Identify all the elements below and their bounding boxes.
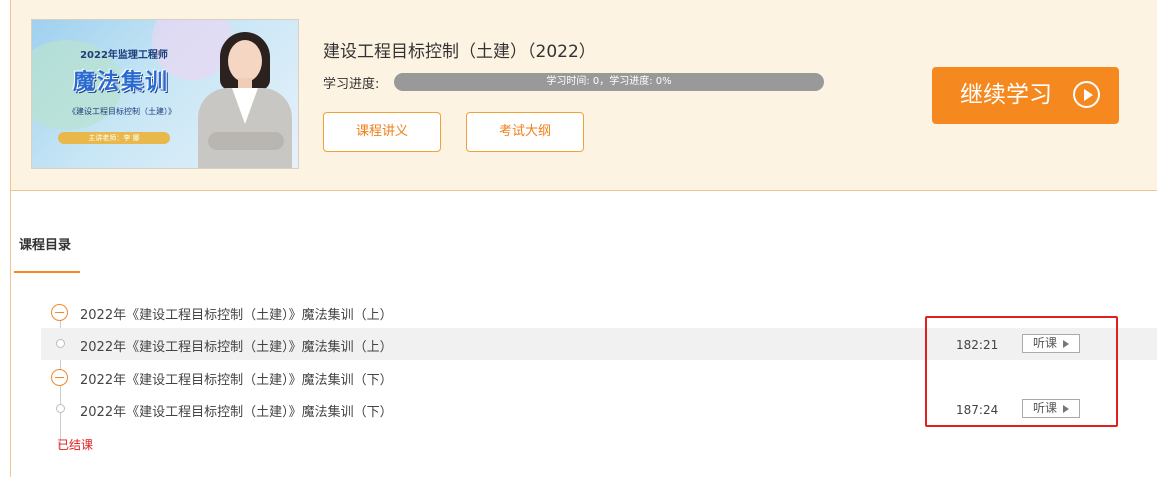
play-circle-icon xyxy=(1073,80,1101,108)
teacher-photo xyxy=(194,28,294,168)
lesson-dot-icon xyxy=(56,404,65,413)
cover-teacher: 主讲老师：李 娜 xyxy=(58,132,170,144)
course-title: 建设工程目标控制（土建）（2022） xyxy=(323,42,596,62)
collapse-minus-icon[interactable] xyxy=(51,369,68,386)
chapter-title: 2022年《建设工程目标控制（土建）》魔法集训（下） xyxy=(80,373,393,388)
left-border xyxy=(10,191,11,477)
course-notes-button[interactable]: 课程讲义 xyxy=(323,112,441,152)
cover-subtitle: 《建设工程目标控制（土建）》 xyxy=(68,107,176,116)
tab-course-catalog[interactable]: 课程目录 xyxy=(19,234,71,253)
course-page: 2022年监理工程师 魔法集训 《建设工程目标控制（土建）》 主讲老师：李 娜 … xyxy=(0,0,1157,477)
chapter-title: 2022年《建设工程目标控制（土建）》魔法集训（上） xyxy=(80,308,393,323)
collapse-minus-icon[interactable] xyxy=(51,304,68,321)
course-cover-image[interactable]: 2022年监理工程师 魔法集训 《建设工程目标控制（土建）》 主讲老师：李 娜 xyxy=(31,19,299,169)
lesson-title: 2022年《建设工程目标控制（土建）》魔法集训（下） xyxy=(80,405,393,420)
highlight-annotation-box xyxy=(925,316,1118,427)
course-header-card: 2022年监理工程师 魔法集训 《建设工程目标控制（土建）》 主讲老师：李 娜 … xyxy=(10,0,1157,191)
lesson-dot-icon xyxy=(56,339,65,348)
continue-learning-button[interactable]: 继续学习 xyxy=(932,67,1119,124)
progress-bar: 学习时间: 0，学习进度: 0% xyxy=(394,73,824,91)
continue-learning-label: 继续学习 xyxy=(960,82,1052,108)
progress-text: 学习时间: 0，学习进度: 0% xyxy=(546,76,672,87)
cover-title: 魔法集训 xyxy=(72,70,169,95)
lesson-title: 2022年《建设工程目标控制（土建）》魔法集训（上） xyxy=(80,340,393,355)
course-ended-status: 已结课 xyxy=(57,438,94,452)
progress-label: 学习进度: xyxy=(323,77,380,92)
cover-exam-name: 2022年监理工程师 xyxy=(80,50,168,61)
exam-syllabus-button[interactable]: 考试大纲 xyxy=(466,112,584,152)
active-tab-indicator xyxy=(14,271,80,273)
